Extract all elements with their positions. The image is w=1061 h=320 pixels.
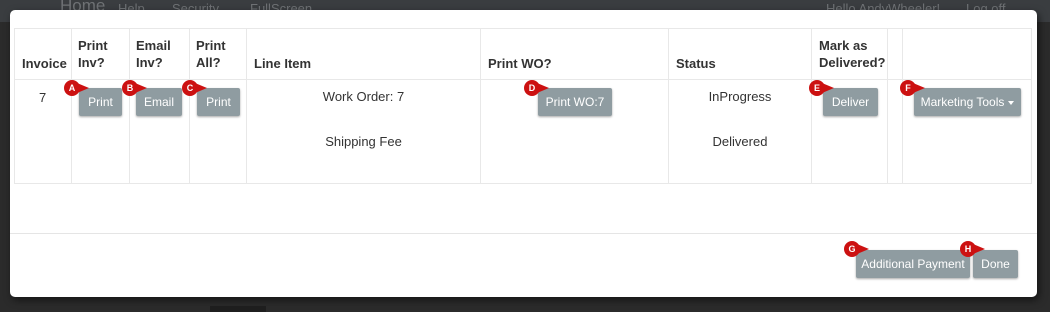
header-print-inv-line1: Print — [78, 38, 108, 53]
header-email-inv: Email Inv? — [136, 37, 171, 71]
callout-a: A — [64, 80, 89, 96]
header-print-inv-line2: Inv? — [78, 55, 105, 70]
header-divider — [15, 79, 1031, 80]
done-button[interactable]: Done — [973, 250, 1018, 278]
status-shipping-fee: Delivered — [712, 134, 768, 149]
footer-divider — [10, 233, 1037, 234]
invoice-number: 7 — [39, 90, 47, 105]
header-mark-delivered-line2: Delivered? — [819, 55, 886, 70]
col-divider — [902, 29, 903, 183]
line-item-work-order: Work Order: 7 — [322, 89, 405, 104]
callout-f: F — [900, 80, 925, 96]
callout-c: C — [182, 80, 207, 96]
col-divider — [668, 29, 669, 183]
col-divider — [71, 29, 72, 183]
header-email-inv-line2: Inv? — [136, 55, 163, 70]
header-print-all-line2: All? — [196, 55, 221, 70]
marketing-tools-dropdown[interactable]: Marketing Tools — [914, 88, 1021, 116]
header-mark-delivered: Mark as Delivered? — [819, 37, 885, 71]
col-divider — [811, 29, 812, 183]
header-print-wo: Print WO? — [488, 56, 552, 71]
header-mark-delivered-line1: Mark as — [819, 38, 868, 53]
header-invoice: Invoice — [22, 56, 67, 71]
header-status: Status — [676, 56, 716, 71]
invoice-table: Invoice Print Inv? Email Inv? Print All?… — [14, 28, 1032, 184]
callout-d: D — [524, 80, 549, 96]
header-print-all: Print All? — [196, 37, 226, 71]
line-item-shipping-fee: Shipping Fee — [325, 134, 402, 149]
col-divider — [887, 29, 888, 183]
header-print-all-line1: Print — [196, 38, 226, 53]
invoice-modal: Invoice Print Inv? Email Inv? Print All?… — [10, 10, 1037, 297]
header-print-inv: Print Inv? — [78, 37, 108, 71]
status-work-order: InProgress — [708, 89, 772, 104]
col-divider — [129, 29, 130, 183]
callout-h: H — [960, 241, 985, 257]
header-line-item: Line Item — [254, 56, 312, 71]
header-email-inv-line1: Email — [136, 38, 171, 53]
caret-down-icon — [1008, 100, 1015, 105]
print-work-order-button[interactable]: Print WO:7 — [538, 88, 612, 116]
background-tab — [210, 306, 266, 312]
additional-payment-button[interactable]: Additional Payment — [856, 250, 970, 278]
col-divider — [480, 29, 481, 183]
callout-g: G — [844, 241, 869, 257]
col-divider — [246, 29, 247, 183]
marketing-tools-label: Marketing Tools — [920, 95, 1005, 109]
callout-b: B — [122, 80, 147, 96]
col-divider — [189, 29, 190, 183]
callout-e: E — [809, 80, 834, 96]
